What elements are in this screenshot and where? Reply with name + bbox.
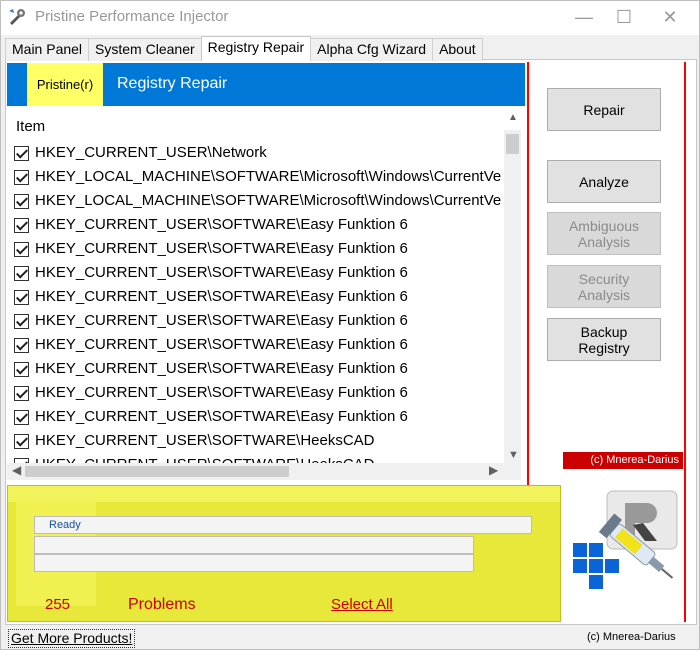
list-item[interactable]: HKEY_CURRENT_USER\SOFTWARE\HeeksCAD	[7, 430, 503, 454]
progress-bar-1	[34, 536, 474, 554]
horizontal-scroll-thumb[interactable]	[25, 466, 289, 477]
tab-strip: Main Panel System Cleaner Registry Repai…	[5, 36, 483, 61]
list-item[interactable]: HKEY_CURRENT_USER\SOFTWARE\Easy Funktion…	[7, 358, 503, 382]
list-item[interactable]: HKEY_CURRENT_USER\SOFTWARE\Easy Funktion…	[7, 238, 503, 262]
list-items: HKEY_CURRENT_USER\Network HKEY_LOCAL_MACH…	[7, 142, 503, 478]
registry-key-text: HKEY_CURRENT_USER\Network	[35, 144, 267, 161]
row-checkbox[interactable]	[14, 242, 29, 257]
right-copyright: (c) Mnerea-Darius	[563, 452, 683, 469]
row-checkbox[interactable]	[14, 266, 29, 281]
tab-about[interactable]: About	[432, 38, 483, 61]
tab-main-panel[interactable]: Main Panel	[5, 38, 90, 61]
row-checkbox[interactable]	[14, 338, 29, 353]
row-checkbox[interactable]	[14, 170, 29, 185]
list-item[interactable]: HKEY_CURRENT_USER\SOFTWARE\Easy Funktion…	[7, 214, 503, 238]
scroll-up-icon[interactable]: ▲	[508, 112, 518, 123]
scroll-right-icon[interactable]: ▶	[489, 463, 498, 477]
registry-key-text: HKEY_CURRENT_USER\SOFTWARE\Easy Funktion…	[35, 360, 408, 377]
list-item[interactable]: HKEY_CURRENT_USER\SOFTWARE\Easy Funktion…	[7, 406, 503, 430]
registry-item-list[interactable]: Item HKEY_CURRENT_USER\Network HKEY_LOCAL…	[7, 106, 525, 483]
row-checkbox[interactable]	[14, 290, 29, 305]
scroll-left-icon[interactable]: ◀	[12, 463, 21, 477]
maximize-button[interactable]: ☐	[601, 1, 647, 33]
brand-badge: Pristine(r)	[19, 63, 103, 106]
list-column-header[interactable]: Item	[16, 118, 45, 135]
get-more-products-link[interactable]: Get More Products!	[8, 629, 136, 648]
problem-count: 255	[45, 596, 71, 613]
maximize-icon: ☐	[615, 6, 633, 27]
list-item[interactable]: HKEY_CURRENT_USER\SOFTWARE\Easy Funktion…	[7, 382, 503, 406]
registry-key-text: HKEY_CURRENT_USER\SOFTWARE\Easy Funktion…	[35, 264, 408, 281]
tab-system-cleaner[interactable]: System Cleaner	[88, 38, 202, 61]
progress-bar-2	[34, 554, 474, 572]
close-icon: ✕	[662, 6, 678, 27]
status-message-bar: Ready	[34, 516, 532, 534]
row-checkbox[interactable]	[14, 194, 29, 209]
status-area-top-strip	[8, 486, 560, 502]
vertical-scroll-thumb[interactable]	[506, 134, 519, 154]
list-item[interactable]: HKEY_CURRENT_USER\SOFTWARE\Easy Funktion…	[7, 286, 503, 310]
registry-key-text: HKEY_CURRENT_USER\SOFTWARE\Easy Funktion…	[35, 216, 408, 233]
registry-key-text: HKEY_LOCAL_MACHINE\SOFTWARE\Microsoft\Wi…	[35, 192, 502, 209]
row-checkbox[interactable]	[14, 410, 29, 425]
list-item[interactable]: HKEY_LOCAL_MACHINE\SOFTWARE\Microsoft\Wi…	[7, 166, 503, 190]
close-button[interactable]: ✕	[647, 1, 693, 33]
registry-key-text: HKEY_CURRENT_USER\SOFTWARE\Easy Funktion…	[35, 288, 408, 305]
repair-button[interactable]: Repair	[547, 88, 661, 131]
section-title: Registry Repair	[117, 75, 228, 92]
horizontal-scrollbar[interactable]: ◀ ▶	[7, 463, 504, 480]
backup-registry-button[interactable]: Backup Registry	[547, 318, 661, 361]
tab-registry-repair[interactable]: Registry Repair	[200, 36, 312, 61]
analyze-button[interactable]: Analyze	[547, 160, 661, 203]
list-item[interactable]: HKEY_CURRENT_USER\SOFTWARE\Easy Funktion…	[7, 262, 503, 286]
syringe-registry-logo	[573, 490, 678, 589]
app-icon	[9, 9, 25, 25]
scroll-corner	[504, 463, 521, 480]
footer-copyright: (c) Mnerea-Darius	[587, 631, 676, 643]
row-checkbox[interactable]	[14, 314, 29, 329]
registry-key-text: HKEY_CURRENT_USER\SOFTWARE\Easy Funktion…	[35, 240, 408, 257]
registry-key-text: HKEY_CURRENT_USER\SOFTWARE\Easy Funktion…	[35, 336, 408, 353]
registry-key-text: HKEY_CURRENT_USER\SOFTWARE\Easy Funktion…	[35, 312, 408, 329]
window-title: Pristine Performance Injector	[35, 8, 229, 25]
row-checkbox[interactable]	[14, 386, 29, 401]
list-item[interactable]: HKEY_CURRENT_USER\Network	[7, 142, 503, 166]
row-checkbox[interactable]	[14, 146, 29, 161]
registry-key-text: HKEY_CURRENT_USER\SOFTWARE\Easy Funktion…	[35, 384, 408, 401]
minimize-icon: —	[575, 6, 593, 27]
registry-key-text: HKEY_CURRENT_USER\SOFTWARE\Easy Funktion…	[35, 408, 408, 425]
list-item[interactable]: HKEY_CURRENT_USER\SOFTWARE\Easy Funktion…	[7, 334, 503, 358]
row-checkbox[interactable]	[14, 434, 29, 449]
row-checkbox[interactable]	[14, 218, 29, 233]
section-header: Pristine(r) Registry Repair	[7, 63, 525, 106]
status-area: Ready	[7, 485, 561, 622]
list-item[interactable]: HKEY_LOCAL_MACHINE\SOFTWARE\Microsoft\Wi…	[7, 190, 503, 214]
registry-key-text: HKEY_LOCAL_MACHINE\SOFTWARE\Microsoft\Wi…	[35, 168, 502, 185]
tab-alpha-cfg-wizard[interactable]: Alpha Cfg Wizard	[310, 38, 434, 61]
title-bar[interactable]: Pristine Performance Injector — ☐ ✕	[1, 1, 699, 35]
problems-label: Problems	[128, 596, 196, 613]
security-analysis-button[interactable]: Security Analysis	[547, 265, 661, 308]
select-all-link[interactable]: Select All	[331, 596, 393, 613]
vertical-scrollbar[interactable]: ▲ ▼	[504, 112, 521, 468]
app-window: Pristine Performance Injector — ☐ ✕ Main…	[0, 0, 700, 650]
list-item[interactable]: HKEY_CURRENT_USER\SOFTWARE\Easy Funktion…	[7, 310, 503, 334]
ambiguous-analysis-button[interactable]: Ambiguous Analysis	[547, 212, 661, 255]
scroll-down-icon[interactable]: ▼	[508, 449, 519, 461]
registry-key-text: HKEY_CURRENT_USER\SOFTWARE\HeeksCAD	[35, 432, 375, 449]
row-checkbox[interactable]	[14, 362, 29, 377]
